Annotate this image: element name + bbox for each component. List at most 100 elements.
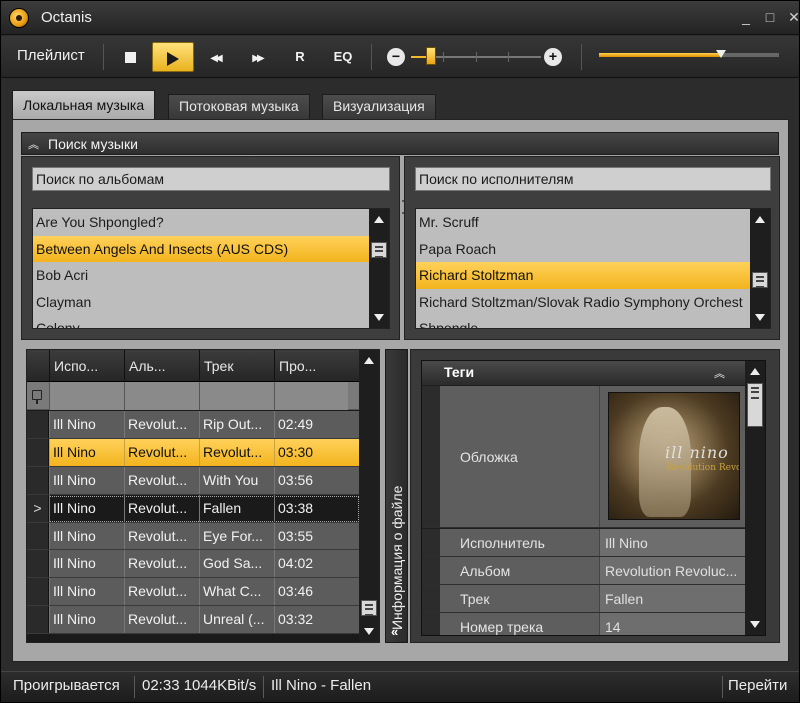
cell-duration: 03:32 [274,606,348,634]
album-list-items: Are You Shpongled? Between Angels And Ins… [33,209,389,328]
scroll-down-icon[interactable] [364,628,374,635]
table-row[interactable]: Ill Nino Revolut... With You 03:56 [27,466,360,495]
tag-row: Исполнитель Ill Nino [422,529,747,557]
table-row[interactable]: Ill Nino Revolut... Rip Out... 02:49 [27,411,360,439]
scroll-up-icon[interactable] [750,368,760,375]
album-list-scrollbar[interactable] [369,209,389,328]
filter-cell[interactable] [124,382,199,410]
grid-scrollbar[interactable] [359,350,379,642]
artist-list-item[interactable]: Mr. Scruff [416,209,770,236]
goto-button[interactable]: Перейти [728,677,787,694]
tag-value[interactable]: Fallen [599,585,747,612]
next-button[interactable]: ▶▶ [238,42,276,72]
tag-row: Альбом Revolution Revoluc... [422,557,747,585]
album-list-item[interactable]: Between Angels And Insects (AUS CDS) [33,235,389,262]
tag-value[interactable]: Ill Nino [599,529,747,556]
scroll-thumb[interactable] [371,242,387,258]
app-title: Octanis [41,9,92,26]
cell-duration: 03:30 [274,438,348,466]
table-row[interactable]: Ill Nino Revolut... God Sa... 04:02 [27,550,360,579]
previous-button[interactable]: ◀◀ [196,42,234,72]
tag-value[interactable]: Revolution Revoluc... [599,557,747,584]
table-row[interactable]: Ill Nino Revolut... What C... 03:46 [27,578,360,607]
tags-header[interactable]: Теги ︽ [422,361,747,385]
column-duration[interactable]: Про... [274,350,348,382]
album-list-item[interactable]: Are You Shpongled? [33,209,389,236]
file-info-collapse-bar[interactable]: Информация о файле « [385,349,408,643]
column-track[interactable]: Трек [199,350,274,382]
scroll-up-icon[interactable] [364,357,374,364]
scroll-down-icon[interactable] [750,621,760,628]
filter-icon[interactable] [32,390,42,404]
filter-cell[interactable] [199,382,274,410]
maximize-button[interactable]: □ [759,7,781,27]
row-header[interactable] [27,550,49,578]
row-header[interactable] [27,578,49,606]
album-list[interactable]: Are You Shpongled? Between Angels And Ins… [32,208,390,329]
row-header[interactable] [27,438,49,466]
row-header[interactable] [27,606,49,634]
filter-cell[interactable] [274,382,348,410]
current-row-indicator-icon[interactable]: > [27,494,49,522]
cell-album: Revolut... [124,411,199,438]
album-search-input[interactable]: Поиск по альбомам [32,167,390,191]
volume-tick [508,52,509,62]
volume-up-icon[interactable]: + [544,48,562,66]
collapse-chevron-icon[interactable]: ︽ [714,365,725,381]
playlist-button[interactable]: Плейлист [17,47,85,64]
album-cover-image[interactable]: ill nino Revolution Revolution [608,392,740,520]
play-button[interactable] [152,42,194,72]
album-list-item[interactable]: Colony [33,315,389,328]
close-button[interactable]: ✕ [783,7,800,27]
column-album[interactable]: Аль... [124,350,199,382]
artist-list-item[interactable]: Richard Stoltzman [416,262,770,289]
expand-chevron-icon[interactable]: « [391,624,398,639]
scroll-up-icon[interactable] [374,216,384,223]
tab-local-music[interactable]: Локальная музыка [12,90,156,120]
filter-cell[interactable] [49,382,124,410]
scroll-thumb[interactable] [747,383,763,427]
scroll-up-icon[interactable] [755,216,765,223]
artist-list-scrollbar[interactable] [750,209,770,328]
row-header[interactable] [27,466,49,494]
repeat-button[interactable]: R [281,42,319,72]
stop-button[interactable] [111,42,149,72]
artist-list-item[interactable]: Shpongle [416,315,770,328]
cell-duration: 03:55 [274,522,348,550]
minimize-button[interactable]: _ [735,7,757,27]
equalizer-button[interactable]: EQ [324,42,362,72]
seek-fill [599,53,722,57]
collapse-chevron-icon[interactable]: ︽ [28,136,39,152]
tab-streaming-music[interactable]: Потоковая музыка [168,94,310,119]
tag-row-cover: Обложка ill nino Revolution Revolution [422,386,747,528]
scroll-thumb[interactable] [752,272,768,288]
artist-list-item[interactable]: Richard Stoltzman/Slovak Radio Symphony … [416,289,770,316]
volume-slider[interactable] [411,47,541,65]
scroll-thumb[interactable] [361,600,377,616]
seek-slider[interactable] [599,50,779,58]
tag-row: Номер трека 14 [422,613,747,635]
album-list-item[interactable]: Clayman [33,289,389,316]
table-row[interactable]: Ill Nino Revolut... Eye For... 03:55 [27,522,360,551]
artist-list[interactable]: Mr. Scruff Papa Roach Richard Stoltzman Ric… [415,208,771,329]
cell-track: God Sa... [199,550,274,578]
table-row[interactable]: Ill Nino Revolut... Unreal (... 03:32 [27,606,360,635]
tag-value[interactable]: 14 [599,613,747,635]
tags-scrollbar[interactable] [745,361,765,635]
seek-knob[interactable] [716,50,727,58]
cell-album: Revolut... [124,438,199,466]
volume-knob[interactable] [425,47,436,65]
table-row[interactable]: Ill Nino Revolut... Revolut... 03:30 [27,438,360,467]
scroll-down-icon[interactable] [755,314,765,321]
scroll-down-icon[interactable] [374,314,384,321]
tab-visualization[interactable]: Визуализация [322,94,436,119]
volume-tick [443,52,444,62]
column-artist[interactable]: Испо... [49,350,124,382]
volume-down-icon[interactable]: − [387,48,405,66]
artist-search-input[interactable]: Поиск по исполнителям [415,167,771,191]
row-header[interactable] [27,411,49,438]
artist-list-item[interactable]: Papa Roach [416,236,770,263]
table-row[interactable]: > Ill Nino Revolut... Fallen 03:38 [27,494,360,523]
row-header[interactable] [27,522,49,550]
album-list-item[interactable]: Bob Acri [33,262,389,289]
